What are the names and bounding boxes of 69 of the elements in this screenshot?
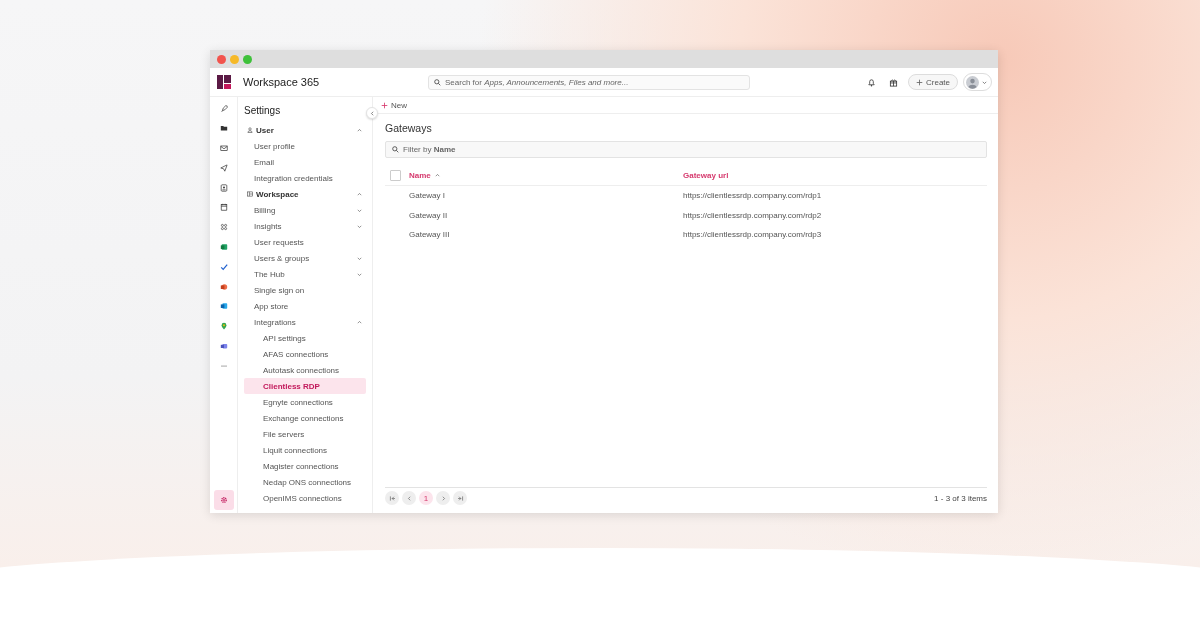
sidebar-item[interactable]: Integrations: [244, 314, 366, 330]
search-icon: [434, 78, 441, 86]
chevron-icon: [368, 109, 376, 117]
user-icon: [247, 127, 253, 133]
sidebar-item[interactable]: Egnyte connections: [244, 394, 366, 410]
sidebar-item[interactable]: Exchange connections: [244, 410, 366, 426]
select-all-checkbox[interactable]: [390, 169, 401, 181]
table-cell-text: Gateway I: [409, 191, 446, 201]
new-button[interactable]: New: [381, 100, 407, 110]
create-button[interactable]: Create: [908, 74, 958, 90]
sidebar-item[interactable]: User requests: [244, 234, 366, 250]
search-field[interactable]: Search for Apps, Announcements, Files and more...: [428, 74, 750, 90]
plus-icon: [916, 78, 923, 86]
column-header[interactable]: Gateway url: [683, 170, 987, 180]
sidebar-item[interactable]: OpenIMS connections: [244, 490, 366, 506]
sidebar-item[interactable]: User profile: [244, 138, 366, 154]
account-menu-button[interactable]: [963, 73, 992, 91]
sidebar-item[interactable]: Insights: [244, 218, 366, 234]
sidebar-item[interactable]: API settings: [244, 330, 366, 346]
sidebar-item[interactable]: Liquit connections: [244, 442, 366, 458]
avatar-icon: [966, 75, 979, 89]
logo-icon: [217, 75, 231, 89]
chevron-icon: [356, 318, 363, 326]
last-page-button[interactable]: [453, 491, 467, 505]
sidebar-item[interactable]: Autotask connections: [244, 362, 366, 378]
sidebar-item[interactable]: Magister connections: [244, 458, 366, 474]
sidebar-item[interactable]: Users & groups: [244, 250, 366, 266]
maximize-button[interactable]: [243, 54, 252, 64]
sidebar-item[interactable]: File servers: [244, 426, 366, 442]
table-cell-text: Gateway II: [409, 210, 449, 220]
app-title: Workspace 365: [243, 76, 321, 88]
table-cell-text: Gateway III: [409, 230, 451, 240]
settings-button[interactable]: [213, 490, 234, 510]
chevron-icon: [356, 126, 363, 134]
sidebar-title: Settings: [244, 105, 282, 117]
table-cell-text: https://clientlessrdp.company.com/rdp1: [683, 191, 823, 201]
workspace-icon: [247, 191, 253, 197]
sidebar-item[interactable]: Email: [244, 154, 366, 170]
table-cell-text: https://clientlessrdp.company.com/rdp2: [683, 210, 823, 220]
page-button[interactable]: 1: [419, 491, 433, 505]
app-icon[interactable]: [219, 342, 228, 351]
sidebar-item[interactable]: Single sign on: [244, 282, 366, 298]
close-button[interactable]: [217, 54, 226, 64]
sidebar-item[interactable]: AFAS connections: [244, 346, 366, 362]
first-page-button[interactable]: [385, 491, 399, 505]
table-cell-text: https://clientlessrdp.company.com/rdp3: [683, 230, 823, 240]
gear-icon: [219, 496, 228, 504]
sidebar-item[interactable]: Clientless RDP: [244, 378, 366, 394]
pagination-summary: 1 - 3 of 3 items: [934, 493, 987, 503]
sidebar-item[interactable]: Billing: [244, 202, 366, 218]
filter-field[interactable]: Filter by Name: [385, 141, 987, 158]
sidebar-section[interactable]: Workspace: [244, 186, 366, 202]
chevron-left-icon: [405, 494, 413, 502]
app-icon[interactable]: [219, 302, 228, 311]
search-icon: [392, 146, 399, 153]
app-icon[interactable]: [219, 203, 228, 212]
sidebar-item[interactable]: App store: [244, 298, 366, 314]
bell-icon[interactable]: [867, 77, 876, 87]
column-header[interactable]: Name: [409, 170, 683, 180]
sidebar-section[interactable]: User: [244, 122, 366, 138]
last-page-icon: [456, 494, 464, 502]
sidebar-item[interactable]: The Hub: [244, 266, 366, 282]
app-icon[interactable]: [219, 124, 228, 133]
page-title: Gateways: [385, 122, 433, 134]
sidebar-item[interactable]: Nedap ONS connections: [244, 474, 366, 490]
sidebar-item[interactable]: Integration credentials: [244, 170, 366, 186]
plus-icon: [381, 101, 388, 109]
first-page-icon: [388, 494, 396, 502]
gift-icon[interactable]: [889, 77, 898, 87]
